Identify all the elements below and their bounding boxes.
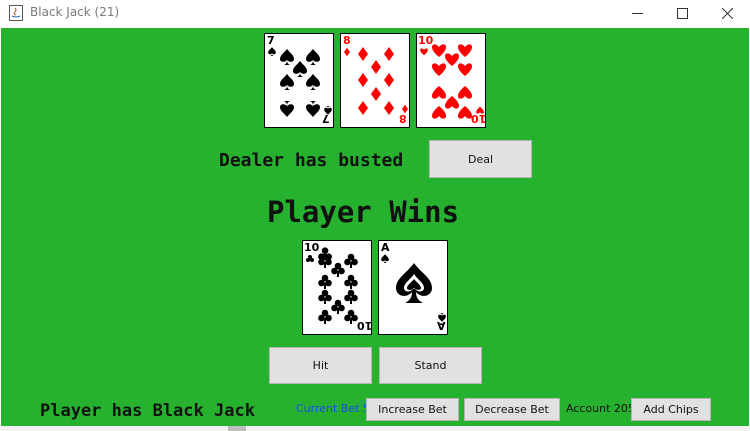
close-icon xyxy=(722,8,733,19)
card-rank-inverted: 10 xyxy=(471,112,487,125)
java-app-icon xyxy=(9,5,23,21)
hit-button[interactable]: Hit xyxy=(269,347,372,384)
minimize-icon xyxy=(632,13,643,14)
deal-button[interactable]: Deal xyxy=(429,140,532,178)
title-bar: Black Jack (21) xyxy=(0,0,750,27)
maximize-button[interactable] xyxy=(659,0,705,27)
maximize-icon xyxy=(677,8,688,19)
card-rank: 8 xyxy=(343,34,351,47)
add-chips-button[interactable]: Add Chips xyxy=(631,398,711,421)
result-text: Player Wins xyxy=(267,195,460,229)
card-rank: A xyxy=(381,241,390,254)
dealer-card-1: 7 7 xyxy=(264,33,334,128)
dealer-card-2: 8 8 xyxy=(340,33,410,128)
card-rank-inverted: 7 xyxy=(322,112,330,125)
close-button[interactable] xyxy=(704,0,750,27)
dealer-status: Dealer has busted xyxy=(219,150,404,171)
card-rank-inverted: 10 xyxy=(357,319,373,332)
player-card-2: A A xyxy=(378,240,448,335)
current-bet-label: Current Bet 5 xyxy=(296,402,370,415)
window-title: Black Jack (21) xyxy=(30,5,120,19)
stand-button[interactable]: Stand xyxy=(379,347,482,384)
minimize-button[interactable] xyxy=(614,0,660,27)
dealer-card-3: 10 10 xyxy=(416,33,486,128)
card-rank-inverted: A xyxy=(437,319,446,332)
card-rank: 10 xyxy=(418,34,434,47)
background-strip-mark xyxy=(228,426,246,431)
decrease-bet-button[interactable]: Decrease Bet xyxy=(464,398,560,421)
player-status: Player has Black Jack xyxy=(40,401,255,421)
increase-bet-button[interactable]: Increase Bet xyxy=(366,398,459,421)
account-label: Account 205 xyxy=(566,402,635,415)
card-rank: 7 xyxy=(267,34,275,47)
player-card-1: 10 10 xyxy=(302,240,372,335)
card-rank: 10 xyxy=(304,241,320,254)
card-rank-inverted: 8 xyxy=(399,112,407,125)
background-strip xyxy=(0,426,750,431)
